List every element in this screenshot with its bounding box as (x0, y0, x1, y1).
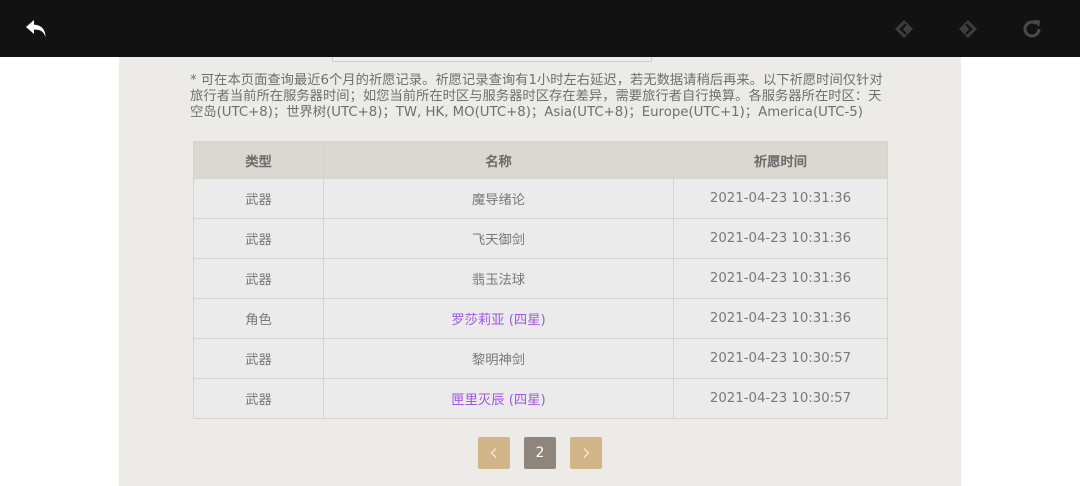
header-type: 类型 (193, 141, 324, 179)
cell-time: 2021-04-23 10:30:57 (673, 378, 888, 419)
cell-name-four-star: 匣里灭辰 (四星) (323, 378, 674, 419)
table-header-row: 类型 名称 祈愿时间 (193, 141, 888, 179)
chevron-right-icon (583, 448, 590, 458)
header-time: 祈愿时间 (673, 141, 888, 179)
cell-name: 魔导绪论 (323, 178, 674, 219)
table-row: 角色 罗莎莉亚 (四星) 2021-04-23 10:31:36 (193, 298, 888, 339)
cell-type: 武器 (193, 218, 324, 259)
table-row: 武器 飞天御剑 2021-04-23 10:31:36 (193, 218, 888, 259)
cell-time: 2021-04-23 10:31:36 (673, 178, 888, 219)
cell-type: 武器 (193, 338, 324, 379)
cell-time: 2021-04-23 10:31:36 (673, 218, 888, 259)
cell-time: 2021-04-23 10:30:57 (673, 338, 888, 379)
cell-name: 飞天御剑 (323, 218, 674, 259)
wish-records-table: 类型 名称 祈愿时间 武器 魔导绪论 2021-04-23 10:31:36 武… (193, 141, 888, 419)
wish-type-dropdown[interactable] (332, 57, 652, 62)
cell-type: 武器 (193, 258, 324, 299)
cell-type: 角色 (193, 298, 324, 339)
cell-name: 翡玉法球 (323, 258, 674, 299)
next-page-button[interactable] (570, 437, 602, 469)
forward-diamond-icon[interactable] (952, 13, 984, 45)
undo-arrow-icon[interactable] (20, 13, 52, 45)
cell-name: 黎明神剑 (323, 338, 674, 379)
cell-type: 武器 (193, 178, 324, 219)
table-row: 武器 魔导绪论 2021-04-23 10:31:36 (193, 178, 888, 219)
cell-name-four-star: 罗莎莉亚 (四星) (323, 298, 674, 339)
refresh-icon[interactable] (1016, 13, 1048, 45)
cell-type: 武器 (193, 378, 324, 419)
wish-history-panel: * 可在本页面查询最近6个月的祈愿记录。祈愿记录查询有1小时左右延迟，若无数据请… (119, 57, 961, 486)
cell-time: 2021-04-23 10:31:36 (673, 298, 888, 339)
table-row: 武器 匣里灭辰 (四星) 2021-04-23 10:30:57 (193, 378, 888, 419)
prev-page-button[interactable] (478, 437, 510, 469)
table-row: 武器 黎明神剑 2021-04-23 10:30:57 (193, 338, 888, 379)
back-diamond-icon[interactable] (888, 13, 920, 45)
current-page-button[interactable]: 2 (524, 437, 556, 469)
query-notice: * 可在本页面查询最近6个月的祈愿记录。祈愿记录查询有1小时左右延迟，若无数据请… (190, 73, 883, 120)
table-row: 武器 翡玉法球 2021-04-23 10:31:36 (193, 258, 888, 299)
cell-time: 2021-04-23 10:31:36 (673, 258, 888, 299)
chevron-left-icon (490, 448, 497, 458)
header-name: 名称 (323, 141, 674, 179)
top-toolbar (0, 0, 1080, 57)
